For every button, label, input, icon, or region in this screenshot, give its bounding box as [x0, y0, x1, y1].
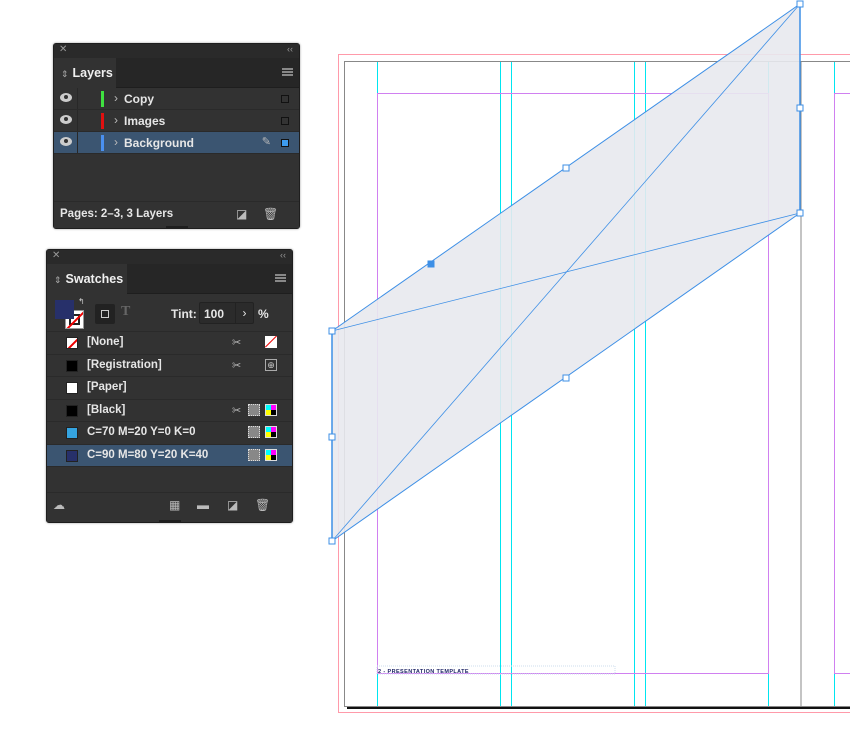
tint-dropdown-icon[interactable]: ›	[235, 303, 253, 323]
tint-input[interactable]: 100 ›	[199, 302, 254, 324]
swatch-chip	[66, 382, 78, 394]
swatch-row[interactable]: C=70 M=20 Y=0 K=0	[47, 422, 292, 445]
pencil-icon: ✎	[261, 136, 271, 148]
panel-menu-icon[interactable]	[275, 274, 286, 282]
updown-icon: ⇕	[61, 69, 69, 79]
swap-icon[interactable]: ↰	[78, 297, 85, 306]
trash-icon[interactable]: 🗑	[263, 207, 278, 221]
fill-swatch-icon[interactable]	[55, 300, 74, 319]
updown-icon: ⇕	[54, 275, 62, 285]
layers-panel: ✕ ‹‹ ⇕ Layers › Copy › Images › Background…	[53, 43, 300, 229]
tint-unit: %	[258, 307, 269, 321]
cmyk-icon	[265, 426, 277, 438]
swatch-chip	[66, 359, 78, 372]
layer-color	[101, 135, 104, 151]
swatches-panel: ✕ ‹‹ ⇕ Swatches ↰ T Tint: 100 › % [None] ✂ [R…	[46, 249, 293, 523]
process-color-icon	[248, 426, 260, 438]
visibility-eye-icon[interactable]	[60, 137, 72, 146]
swatch-name: C=70 M=20 Y=0 K=0	[87, 426, 196, 438]
layer-name: Copy	[124, 92, 154, 106]
tab-swatches[interactable]: ⇕ Swatches	[47, 264, 127, 295]
layer-name: Images	[124, 114, 166, 128]
trash-icon[interactable]: 🗑	[255, 498, 270, 512]
process-color-icon	[248, 403, 260, 416]
swatch-chip	[66, 449, 78, 462]
swatch-name: [Black]	[87, 403, 126, 416]
new-color-group-icon[interactable]: ▬	[197, 498, 209, 512]
process-color-icon	[248, 448, 260, 461]
panel-menu-icon[interactable]	[282, 68, 293, 76]
swatch-row[interactable]: [Black] ✂	[47, 400, 292, 422]
swatch-chip	[66, 427, 78, 439]
non-editable-icon: ✂	[232, 337, 242, 349]
footer-text: 2 - PRESENTATION TEMPLATE	[378, 669, 469, 675]
swatch-chip	[66, 404, 78, 417]
cc-libraries-icon[interactable]: ☁	[53, 498, 65, 512]
swatches-footer: ☁ ▦ ▬ ◪ 🗑	[47, 492, 292, 523]
expand-chevron-icon[interactable]: ›	[114, 91, 118, 105]
swatch-controls: ↰ T Tint: 100 › %	[47, 294, 292, 332]
visibility-eye-icon[interactable]	[60, 93, 72, 102]
resize-grip[interactable]	[165, 226, 188, 229]
layers-status: Pages: 2–3, 3 Layers	[60, 208, 174, 220]
panel-titlebar[interactable]: ✕ ‹‹	[54, 44, 299, 58]
resize-grip[interactable]	[158, 520, 181, 523]
text-format-icon[interactable]: T	[121, 304, 130, 320]
swatch-row[interactable]: [Paper]	[47, 377, 292, 400]
layer-color	[101, 91, 104, 107]
layer-name: Background	[124, 136, 195, 150]
new-layer-icon[interactable]: ◪	[236, 207, 247, 221]
layer-color	[101, 113, 104, 129]
expand-chevron-icon[interactable]: ›	[114, 135, 118, 149]
non-editable-icon: ✂	[232, 404, 242, 417]
panel-titlebar[interactable]: ✕ ‹‹	[47, 250, 292, 264]
layer-row[interactable]: › Background ✎	[54, 132, 299, 154]
expand-chevron-icon[interactable]: ›	[114, 113, 118, 127]
swatch-views-icon[interactable]: ▦	[169, 498, 180, 512]
non-editable-icon: ✂	[232, 359, 242, 372]
container-format-button[interactable]	[95, 304, 115, 324]
layer-row[interactable]: › Images	[54, 110, 299, 132]
tab-layers[interactable]: ⇕ Layers	[54, 58, 116, 89]
new-swatch-icon[interactable]: ◪	[227, 498, 238, 512]
registration-icon: ⊕	[265, 358, 277, 371]
layers-footer: Pages: 2–3, 3 Layers ◪ 🗑	[54, 201, 299, 229]
swatch-row[interactable]: [None] ✂	[47, 332, 292, 355]
none-type-icon	[265, 336, 277, 348]
swatch-name: [None]	[87, 336, 124, 348]
close-icon[interactable]: ✕	[52, 250, 60, 261]
layer-row[interactable]: › Copy	[54, 88, 299, 110]
collapse-icon[interactable]: ‹‹	[280, 250, 286, 260]
selection-square-icon[interactable]	[281, 117, 289, 125]
close-icon[interactable]: ✕	[59, 44, 67, 55]
none-swatch-icon	[66, 337, 78, 349]
tint-label: Tint:	[171, 307, 197, 321]
swatch-name: C=90 M=80 Y=20 K=40	[87, 448, 209, 461]
swatch-row[interactable]: C=90 M=80 Y=20 K=40	[47, 444, 292, 467]
swatch-name: [Registration]	[87, 358, 162, 371]
cmyk-icon	[265, 448, 277, 461]
cmyk-icon	[265, 403, 277, 416]
selection-square-icon[interactable]	[281, 139, 289, 147]
selection-square-icon[interactable]	[281, 95, 289, 103]
swatch-name: [Paper]	[87, 381, 127, 393]
collapse-icon[interactable]: ‹‹	[287, 44, 293, 54]
visibility-eye-icon[interactable]	[60, 115, 72, 124]
swatch-row[interactable]: [Registration] ✂ ⊕	[47, 355, 292, 377]
